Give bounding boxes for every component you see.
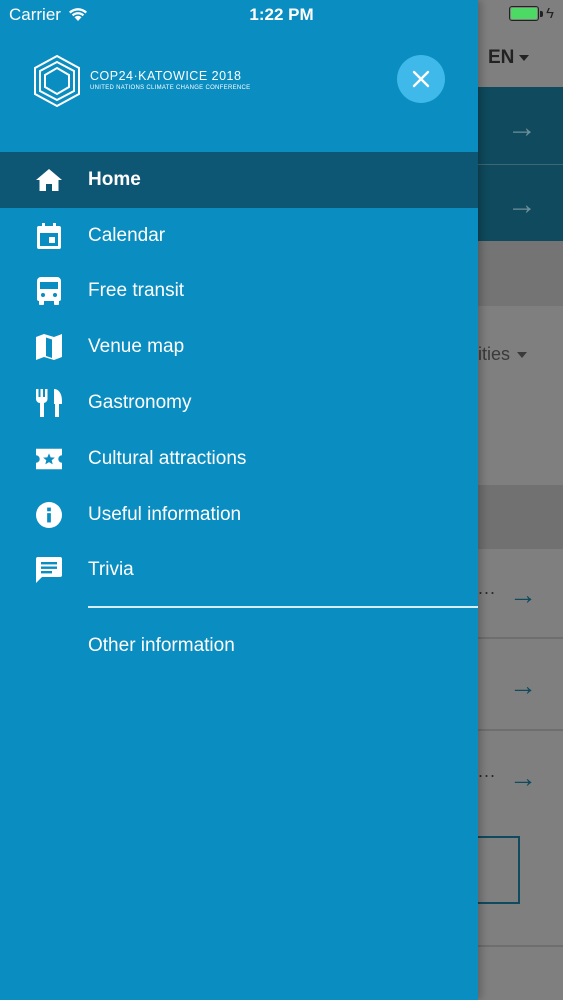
menu-item-other-information[interactable]: Other information xyxy=(88,635,235,657)
bus-icon xyxy=(36,277,62,306)
menu-item-label: Cultural attractions xyxy=(88,447,247,469)
menu-item-venue-map[interactable]: Venue map xyxy=(0,319,478,375)
info-icon xyxy=(36,501,62,528)
arrow-right-icon[interactable]: → xyxy=(509,762,537,794)
drawer-menu: Home Calendar Free transit Venue map Gas… xyxy=(0,152,478,598)
menu-item-label: Calendar xyxy=(88,224,166,246)
close-button[interactable] xyxy=(397,55,445,103)
arrow-right-icon: → xyxy=(507,188,537,221)
ellipsis: ... xyxy=(478,578,497,598)
language-selector[interactable]: EN xyxy=(488,47,530,69)
menu-item-label: Free transit xyxy=(88,280,185,302)
arrow-right-icon[interactable]: → xyxy=(509,670,537,702)
arrow-right-icon: → xyxy=(507,111,537,144)
logo-hexagon-icon xyxy=(34,54,80,108)
menu-item-calendar[interactable]: Calendar xyxy=(0,208,478,264)
background-button[interactable] xyxy=(478,836,520,904)
logo-title: COP24·KATOWICE 2018 xyxy=(90,69,242,83)
chevron-down-icon xyxy=(519,54,530,61)
menu-item-trivia[interactable]: Trivia xyxy=(0,543,478,599)
battery-icon xyxy=(509,6,543,21)
menu-item-label: Trivia xyxy=(88,559,134,581)
menu-item-label: Home xyxy=(88,168,141,190)
map-icon xyxy=(36,334,62,361)
home-icon xyxy=(36,167,62,193)
menu-item-label: Gastronomy xyxy=(88,392,192,414)
clock: 1:22 PM xyxy=(249,5,314,24)
filter-dropdown[interactable]: ities xyxy=(478,344,528,365)
arrow-right-icon[interactable]: → xyxy=(509,579,537,611)
menu-item-useful-information[interactable]: Useful information xyxy=(0,487,478,543)
calendar-icon xyxy=(36,222,62,249)
ellipsis: ... xyxy=(478,761,497,781)
menu-item-home[interactable]: Home xyxy=(0,152,478,208)
chevron-down-icon xyxy=(517,352,528,359)
menu-item-free-transit[interactable]: Free transit xyxy=(0,264,478,320)
menu-item-gastronomy[interactable]: Gastronomy xyxy=(0,375,478,431)
close-icon xyxy=(412,70,430,88)
logo-subtitle: UNITED NATIONS CLIMATE CHANGE CONFERENCE xyxy=(90,85,251,91)
status-bar: Carrier 1:22 PM ϟ xyxy=(0,0,563,30)
ticket-icon xyxy=(36,446,62,472)
cop24-logo: COP24·KATOWICE 2018 UNITED NATIONS CLIMA… xyxy=(32,54,252,108)
chat-icon xyxy=(36,557,62,584)
menu-item-label: Useful information xyxy=(88,503,242,525)
menu-item-cultural-attractions[interactable]: Cultural attractions xyxy=(0,431,478,487)
menu-divider xyxy=(88,606,478,608)
navigation-drawer: COP24·KATOWICE 2018 UNITED NATIONS CLIMA… xyxy=(0,0,478,1000)
charging-bolt-icon: ϟ xyxy=(546,5,554,22)
menu-item-label: Venue map xyxy=(88,336,185,358)
cutlery-icon xyxy=(36,389,62,418)
